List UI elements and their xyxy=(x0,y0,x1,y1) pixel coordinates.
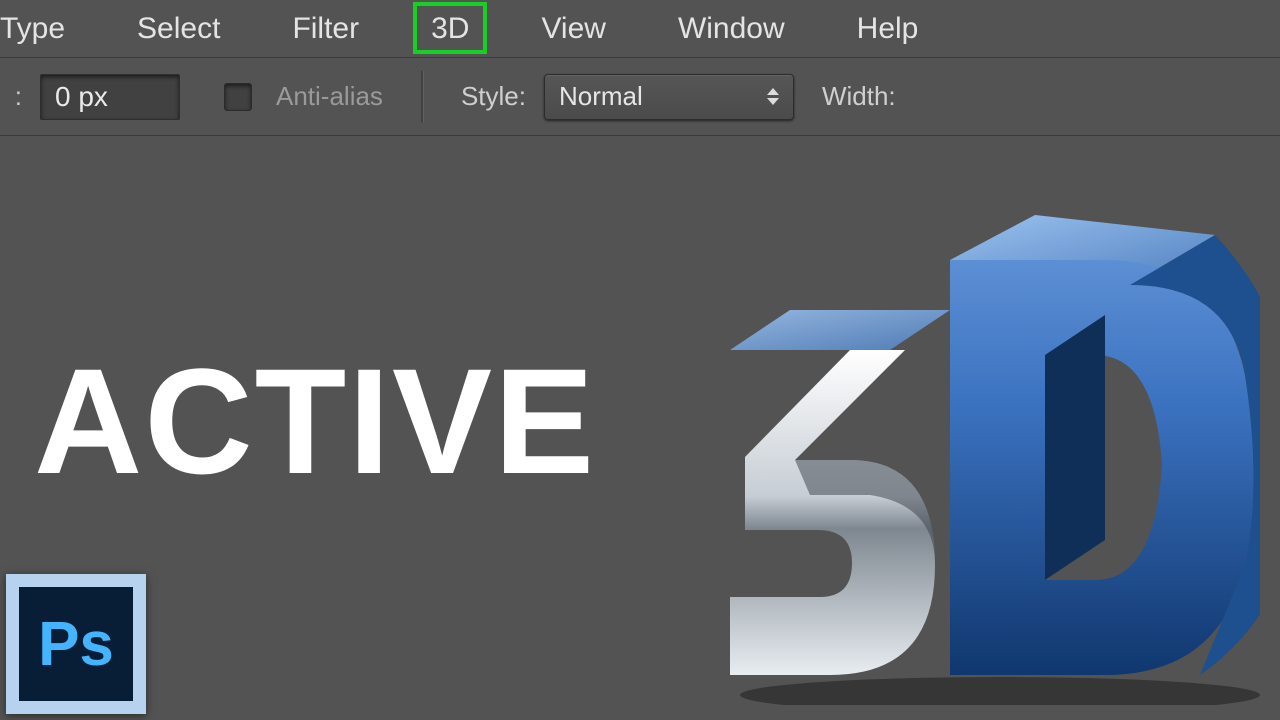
photoshop-badge-inner: Ps xyxy=(19,587,133,701)
antialias-checkbox[interactable] xyxy=(224,83,252,111)
menu-type[interactable]: Type xyxy=(0,6,101,52)
menu-select[interactable]: Select xyxy=(101,6,256,52)
width-label: Width: xyxy=(822,81,896,112)
menu-window[interactable]: Window xyxy=(642,6,821,52)
menu-3d[interactable]: 3D xyxy=(395,6,505,52)
feather-label-truncated: : xyxy=(12,81,22,112)
menu-help[interactable]: Help xyxy=(821,6,955,52)
photoshop-badge-text: Ps xyxy=(38,609,114,680)
3d-logo-graphic xyxy=(700,205,1260,705)
style-label: Style: xyxy=(461,81,526,112)
style-dropdown[interactable]: Normal xyxy=(544,74,794,120)
photoshop-badge: Ps xyxy=(6,574,146,714)
pixel-input[interactable]: 0 px xyxy=(40,74,180,120)
overlay-headline: ACTIVE xyxy=(34,335,596,508)
menu-filter[interactable]: Filter xyxy=(256,6,395,52)
options-divider xyxy=(421,71,423,123)
style-dropdown-value: Normal xyxy=(559,81,643,112)
antialias-label: Anti-alias xyxy=(276,81,383,112)
menu-view[interactable]: View xyxy=(505,6,641,52)
options-bar: : 0 px Anti-alias Style: Normal Width: xyxy=(0,58,1280,136)
menu-bar: Type Select Filter 3D View Window Help xyxy=(0,0,1280,58)
chevron-up-down-icon xyxy=(767,88,779,105)
